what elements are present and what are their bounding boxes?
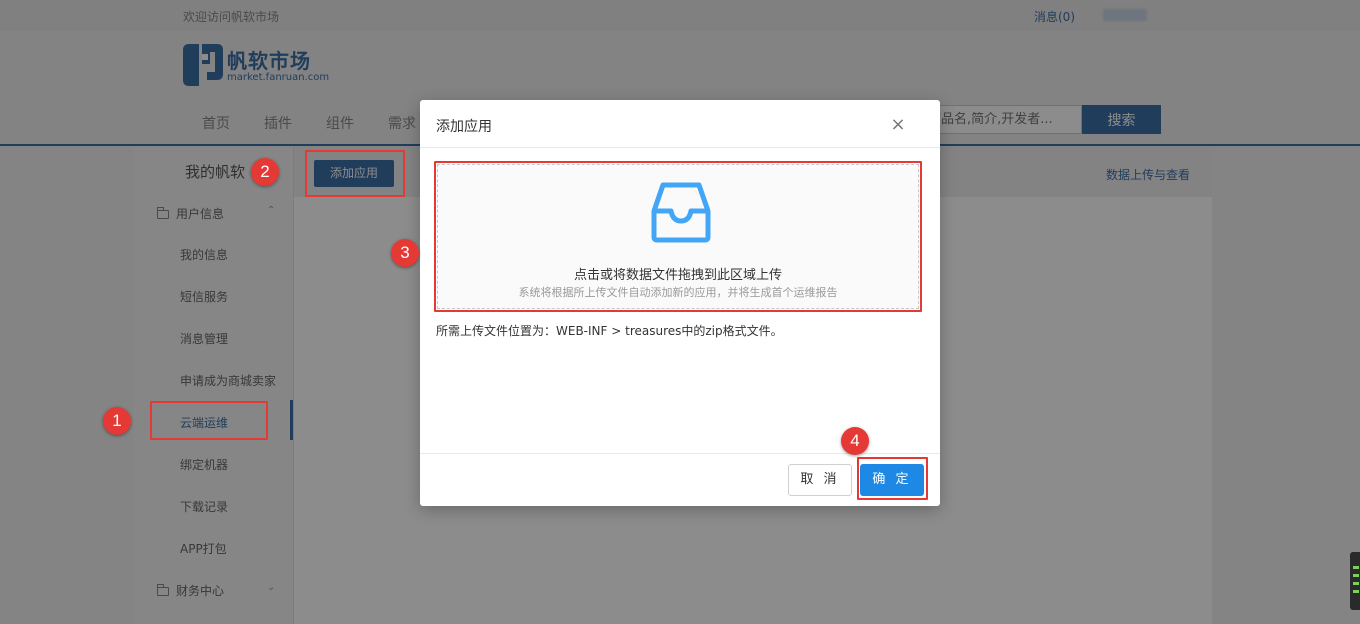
highlight-add-app (305, 150, 405, 197)
step-badge-4: 4 (841, 427, 869, 455)
highlight-dropzone (434, 161, 922, 312)
dialog-title: 添加应用 (436, 119, 492, 135)
highlight-confirm (857, 457, 928, 500)
step-badge-3: 3 (391, 239, 419, 267)
cancel-button[interactable]: 取 消 (788, 464, 852, 496)
divider (420, 147, 940, 148)
step-badge-1: 1 (103, 407, 131, 435)
side-widget[interactable] (1350, 552, 1360, 610)
step-badge-2: 2 (251, 158, 279, 186)
divider (420, 453, 940, 454)
file-location-hint: 所需上传文件位置为：WEB-INF > treasures中的zip格式文件。 (436, 324, 783, 338)
close-icon[interactable]: × (889, 116, 907, 134)
highlight-cloud-ops (150, 401, 268, 440)
